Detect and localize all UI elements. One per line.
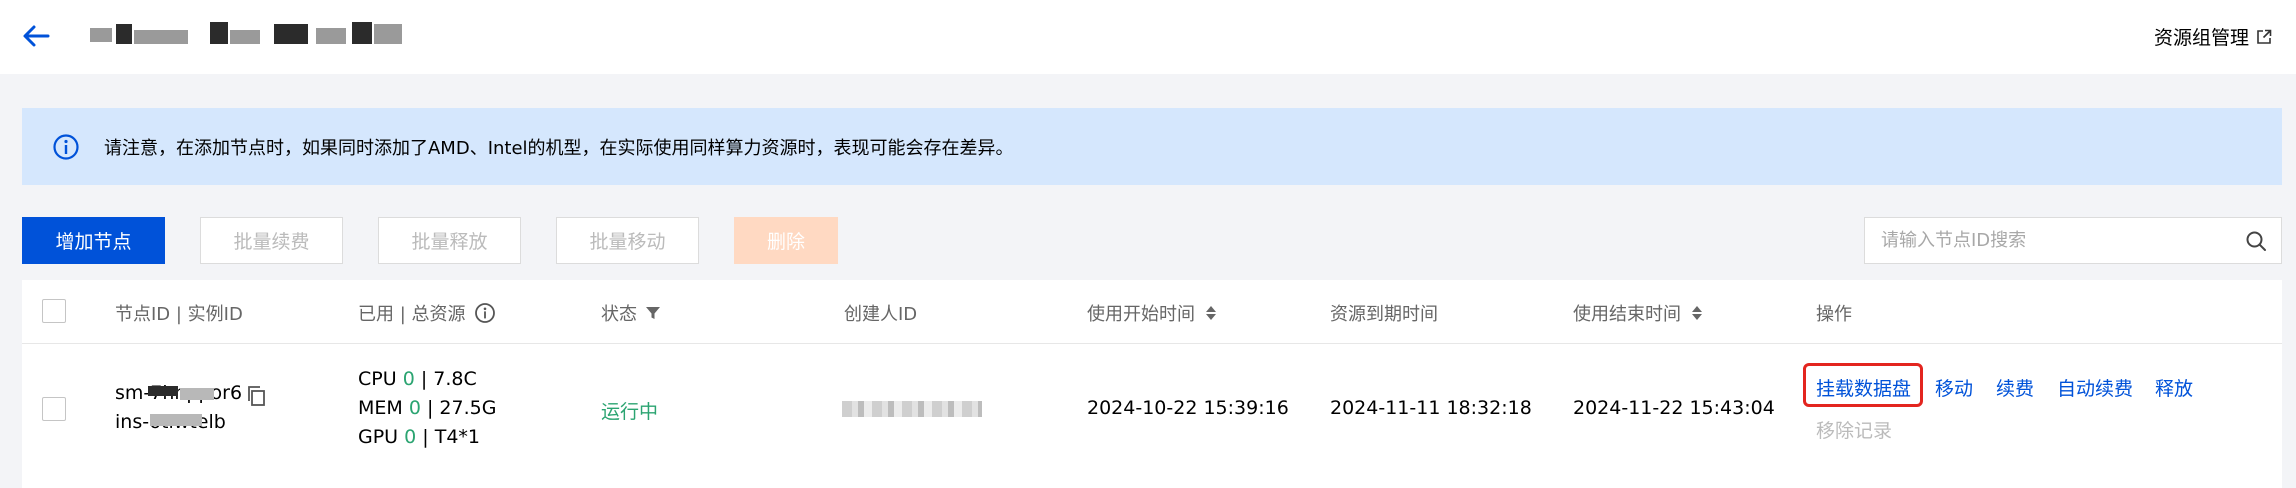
resource-group-label: 资源组管理 <box>2153 27 2249 49</box>
mem-usage: MEM 0 | 27.5G <box>358 397 496 419</box>
col-status: 状态 <box>601 300 661 326</box>
delete-button[interactable]: 删除 <box>734 217 838 264</box>
cpu-used: 0 <box>402 368 415 390</box>
col-resources: 已用 | 总资源 <box>358 300 496 326</box>
start-time: 2024-10-22 15:39:16 <box>1087 397 1289 419</box>
node-search-input[interactable] <box>1881 230 2241 251</box>
batch-release-button[interactable]: 批量释放 <box>378 217 521 264</box>
col-start-time: 使用开始时间 <box>1087 300 1217 326</box>
creator-id-redacted <box>842 401 982 417</box>
col-end-time-label: 使用结束时间 <box>1573 304 1681 325</box>
redacted-text <box>180 388 214 400</box>
gpu-used: 0 <box>404 426 417 448</box>
col-actions: 操作 <box>1816 304 1852 325</box>
col-end-time: 使用结束时间 <box>1573 300 1703 326</box>
auto-renew-link[interactable]: 自动续费 <box>2057 374 2133 401</box>
mem-label: MEM <box>358 397 403 419</box>
sort-icon[interactable] <box>1205 305 1217 321</box>
col-status-label: 状态 <box>601 304 637 325</box>
mem-used: 0 <box>408 397 421 419</box>
gpu-total: | T4*1 <box>416 426 480 448</box>
batch-renew-button[interactable]: 批量续费 <box>200 217 343 264</box>
col-expire-time: 资源到期时间 <box>1330 304 1438 325</box>
node-id: sm-7hnppor6 <box>115 382 243 404</box>
redacted-text <box>316 28 346 44</box>
col-creator: 创建人ID <box>844 304 918 325</box>
expire-time: 2024-11-11 18:32:18 <box>1330 397 1532 419</box>
info-icon <box>53 133 79 160</box>
redacted-text <box>90 28 112 42</box>
renew-link[interactable]: 续费 <box>1996 374 2034 401</box>
search-icon[interactable] <box>2245 230 2267 252</box>
move-link[interactable]: 移动 <box>1935 374 1973 401</box>
gpu-label: GPU <box>358 426 399 448</box>
redacted-text <box>274 24 308 44</box>
node-search-box <box>1864 217 2282 264</box>
help-icon[interactable] <box>474 302 496 324</box>
copy-icon[interactable] <box>246 385 266 407</box>
redacted-text <box>210 22 228 44</box>
redacted-text <box>230 30 260 44</box>
gpu-usage: GPU 0 | T4*1 <box>358 426 480 448</box>
row-select-checkbox[interactable] <box>42 397 66 421</box>
cpu-total: | 7.8C <box>414 368 477 390</box>
add-node-button[interactable]: 增加节点 <box>22 217 165 264</box>
redacted-text <box>374 24 402 44</box>
notice-text: 请注意，在添加节点时，如果同时添加了AMD、Intel的机型，在实际使用同样算力… <box>104 137 1014 159</box>
redacted-text <box>150 414 202 426</box>
col-start-time-label: 使用开始时间 <box>1087 304 1195 325</box>
cpu-usage: CPU 0 | 7.8C <box>358 368 477 390</box>
notice-banner: 请注意，在添加节点时，如果同时添加了AMD、Intel的机型，在实际使用同样算力… <box>22 108 2282 185</box>
cpu-label: CPU <box>358 368 397 390</box>
end-time: 2024-11-22 15:43:04 <box>1573 397 1775 419</box>
page-header: 资源组管理 <box>0 0 2296 74</box>
resource-group-link[interactable]: 资源组管理 <box>2154 23 2272 50</box>
table-header: 节点ID | 实例ID 已用 | 总资源 状态 创建人ID 使用开始时间 资源到… <box>22 280 2282 344</box>
status-text: 运行中 <box>601 401 659 423</box>
batch-move-button[interactable]: 批量移动 <box>556 217 699 264</box>
filter-icon[interactable] <box>645 305 661 321</box>
redacted-text <box>352 22 372 44</box>
redacted-text <box>148 386 178 396</box>
mount-disk-link[interactable]: 挂载数据盘 <box>1816 374 1911 401</box>
back-arrow-icon[interactable] <box>18 18 54 54</box>
remove-record-link[interactable]: 移除记录 <box>1816 416 1892 443</box>
col-resources-label: 已用 | 总资源 <box>358 304 466 325</box>
external-link-icon <box>2257 29 2272 44</box>
select-all-checkbox[interactable] <box>42 299 66 323</box>
page-title-redacted <box>90 16 420 54</box>
redacted-text <box>134 30 188 44</box>
sort-icon[interactable] <box>1691 305 1703 321</box>
release-link[interactable]: 释放 <box>2155 374 2193 401</box>
col-node-id: 节点ID | 实例ID <box>115 304 243 325</box>
redacted-text <box>116 24 132 44</box>
mem-total: | 27.5G <box>420 397 497 419</box>
